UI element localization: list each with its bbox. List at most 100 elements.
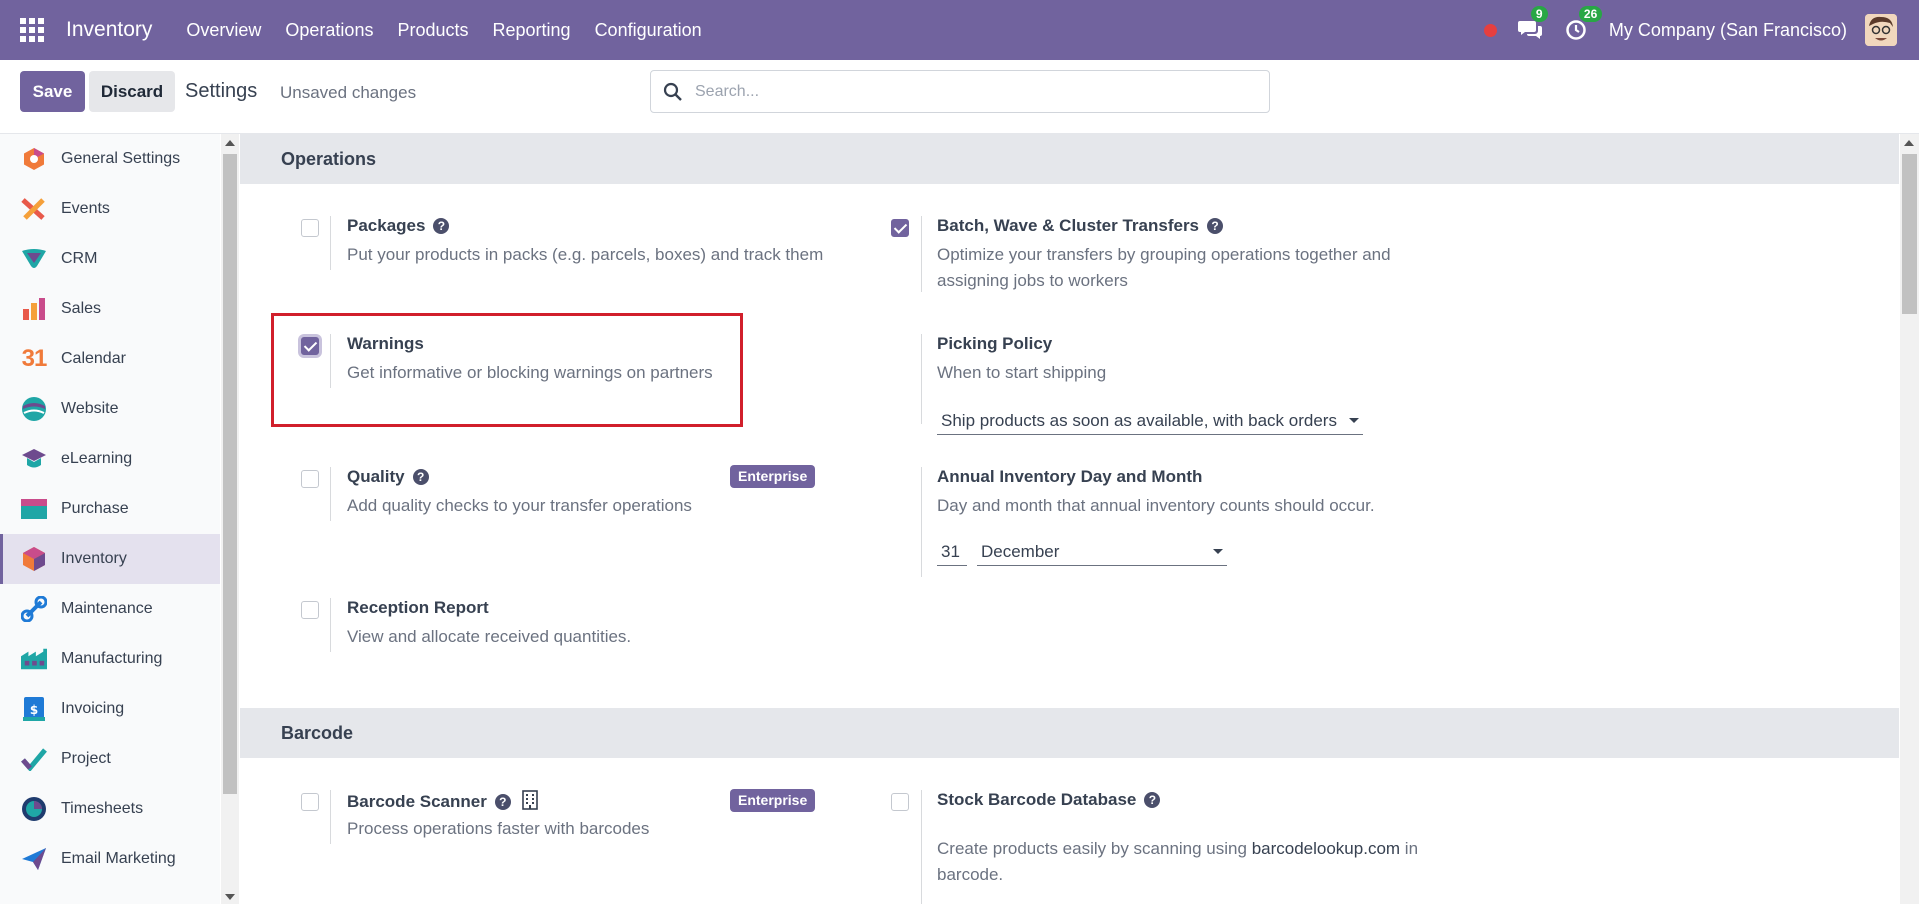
quality-checkbox[interactable] (301, 470, 319, 488)
sidebar-item-project[interactable]: Project (0, 734, 220, 784)
sidebar-item-elearning[interactable]: eLearning (0, 434, 220, 484)
warnings-checkbox[interactable] (301, 337, 319, 355)
sidebar-item-inventory[interactable]: Inventory (0, 534, 220, 584)
menu-operations[interactable]: Operations (273, 20, 385, 41)
stock-db-desc-line2: barcode. (937, 865, 1004, 884)
setting-desc-reception-report: View and allocate received quantities. (347, 627, 632, 646)
scroll-up-arrow-icon[interactable] (1904, 140, 1914, 146)
help-icon[interactable]: ? (433, 218, 450, 234)
search-bar[interactable] (650, 70, 1270, 113)
help-icon[interactable]: ? (1144, 792, 1161, 808)
annual-inventory-month-select[interactable]: December (977, 538, 1227, 566)
main-scrollbar[interactable] (1900, 134, 1919, 904)
company-switcher[interactable]: My Company (San Francisco) (1609, 20, 1847, 41)
divider (330, 790, 331, 844)
annual-inventory-month-value: December (981, 541, 1060, 561)
annual-inventory-day-field[interactable]: 31 (937, 538, 967, 566)
page-title: Settings (185, 80, 258, 102)
events-icon (21, 196, 47, 222)
batch-transfers-checkbox[interactable] (891, 219, 909, 237)
menu-reporting[interactable]: Reporting (481, 20, 583, 41)
settings-sidebar: General Settings Events CRM Sales 31 Cal… (0, 134, 220, 904)
app-name[interactable]: Inventory (66, 18, 152, 42)
general-settings-icon (21, 146, 47, 172)
save-button[interactable]: Save (20, 71, 85, 112)
sidebar-item-calendar[interactable]: 31 Calendar (0, 334, 220, 384)
user-avatar[interactable] (1865, 14, 1897, 46)
packages-title-text: Packages (347, 216, 426, 235)
scroll-down-arrow-icon[interactable] (225, 894, 235, 900)
chevron-down-icon (1349, 418, 1359, 423)
picking-policy-select[interactable]: Ship products as soon as available, with… (937, 407, 1363, 435)
building-icon (521, 790, 538, 810)
email-marketing-icon (21, 846, 47, 872)
divider (330, 216, 331, 270)
reception-report-checkbox[interactable] (301, 601, 319, 619)
stock-db-title-text: Stock Barcode Database (937, 790, 1137, 809)
activities-button[interactable]: 26 (1565, 6, 1603, 41)
scrollbar-thumb[interactable] (223, 154, 237, 794)
stock-barcode-database-checkbox[interactable] (891, 793, 909, 811)
stock-db-desc-prefix: Create products easily by scanning using (937, 839, 1252, 858)
app-grid-icon[interactable] (20, 18, 44, 42)
website-icon (21, 396, 47, 422)
help-icon[interactable]: ? (1207, 218, 1224, 234)
sidebar-item-crm[interactable]: CRM (0, 234, 220, 284)
sidebar-item-email-marketing[interactable]: Email Marketing (0, 834, 220, 884)
menu-configuration[interactable]: Configuration (583, 20, 714, 41)
chat-icon (1517, 21, 1542, 39)
sidebar-scrollbar[interactable] (221, 134, 239, 904)
scrollbar-thumb[interactable] (1902, 154, 1917, 314)
sidebar-item-label: Website (61, 400, 119, 417)
setting-title-picking-policy: Picking Policy (937, 334, 1053, 353)
sidebar-item-maintenance[interactable]: Maintenance (0, 584, 220, 634)
setting-desc-packages: Put your products in packs (e.g. parcels… (347, 245, 824, 264)
barcode-scanner-checkbox[interactable] (301, 793, 319, 811)
sidebar-item-events[interactable]: Events (0, 184, 220, 234)
recording-dot-icon[interactable] (1483, 23, 1497, 37)
chevron-down-icon (1213, 549, 1223, 554)
menu-products[interactable]: Products (385, 20, 480, 41)
sidebar-item-general-settings[interactable]: General Settings (0, 134, 220, 184)
sidebar-item-invoicing[interactable]: $ Invoicing (0, 684, 220, 734)
sidebar-item-purchase[interactable]: Purchase (0, 484, 220, 534)
sidebar-item-website[interactable]: Website (0, 384, 220, 434)
sidebar-item-timesheets[interactable]: Timesheets (0, 784, 220, 834)
sidebar-item-label: Calendar (61, 350, 126, 367)
sidebar-item-manufacturing[interactable]: Manufacturing (0, 634, 220, 684)
setting-desc-picking-policy: When to start shipping (937, 363, 1107, 382)
barcodelookup-link[interactable]: barcodelookup.com (1252, 839, 1400, 858)
messages-button[interactable]: 9 (1517, 6, 1548, 41)
purchase-icon (21, 496, 47, 522)
annual-inventory-day-value: 31 (941, 541, 960, 561)
project-icon (21, 746, 47, 772)
divider (921, 790, 922, 904)
activities-count-badge: 26 (1578, 6, 1603, 22)
section-header-barcode: Barcode (240, 708, 1899, 758)
picking-policy-value: Ship products as soon as available, with… (941, 410, 1337, 430)
packages-checkbox[interactable] (301, 219, 319, 237)
sidebar-item-label: Sales (61, 300, 102, 317)
setting-desc-barcode-scanner: Process operations faster with barcodes (347, 819, 650, 838)
section-header-operations: Operations (240, 134, 1899, 184)
setting-title-warnings: Warnings (347, 334, 424, 353)
control-panel: Save Discard Settings Unsaved changes (0, 60, 1919, 134)
setting-title-packages: Packages? (347, 216, 450, 236)
sidebar-item-sales[interactable]: Sales (0, 284, 220, 334)
menu-overview[interactable]: Overview (174, 20, 273, 41)
divider (330, 598, 331, 652)
scroll-up-arrow-icon[interactable] (225, 140, 235, 146)
setting-title-stock-barcode-db: Stock Barcode Database? (937, 790, 1161, 810)
discard-button[interactable]: Discard (89, 71, 175, 112)
setting-desc-stock-barcode-db: Create products easily by scanning using… (937, 836, 1457, 888)
inventory-icon (21, 546, 47, 572)
help-icon[interactable]: ? (412, 469, 429, 485)
help-icon[interactable]: ? (494, 794, 511, 810)
enterprise-badge[interactable]: Enterprise (730, 465, 816, 488)
unsaved-status: Unsaved changes (280, 83, 417, 102)
search-input[interactable] (695, 82, 1235, 101)
avatar-face-icon (1865, 14, 1897, 46)
sales-icon (21, 296, 47, 322)
enterprise-badge[interactable]: Enterprise (730, 789, 816, 812)
divider (921, 216, 922, 292)
